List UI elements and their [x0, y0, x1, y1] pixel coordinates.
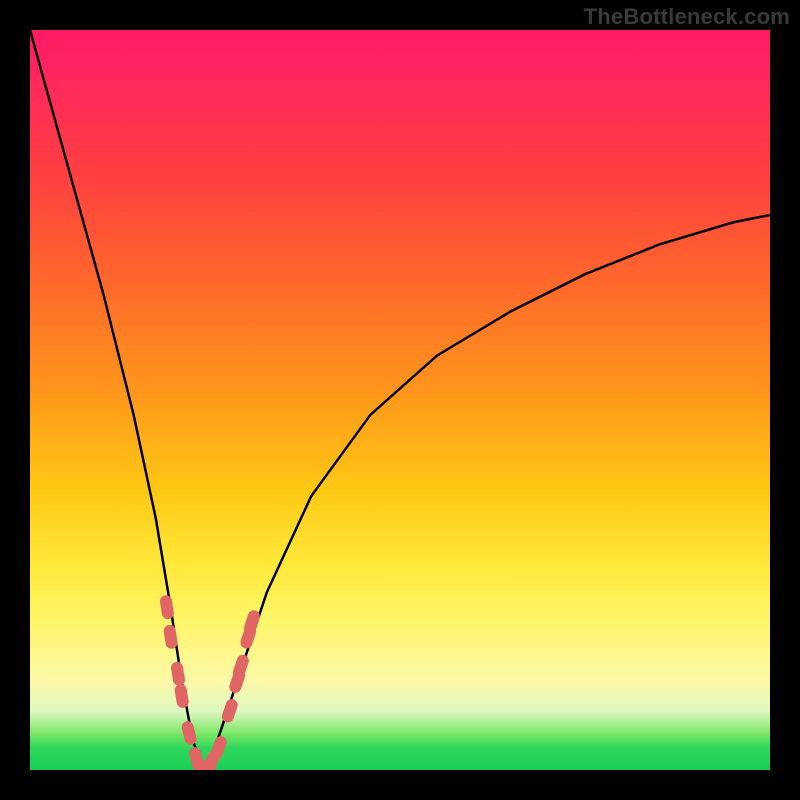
- bottleneck-curve: [30, 30, 770, 770]
- watermark-label: TheBottleneck.com: [584, 4, 790, 30]
- curve-marker: [170, 661, 186, 687]
- curve-marker: [243, 609, 262, 636]
- curve-marker: [180, 720, 197, 746]
- curve-markers: [159, 594, 261, 770]
- chart-plot-area: [30, 30, 770, 770]
- curve-marker: [159, 594, 175, 620]
- chart-frame: TheBottleneck.com: [0, 0, 800, 800]
- curve-marker: [174, 683, 190, 709]
- curve-marker: [220, 698, 239, 725]
- curve-marker: [163, 624, 179, 650]
- curve-marker: [231, 653, 250, 680]
- chart-svg: [30, 30, 770, 770]
